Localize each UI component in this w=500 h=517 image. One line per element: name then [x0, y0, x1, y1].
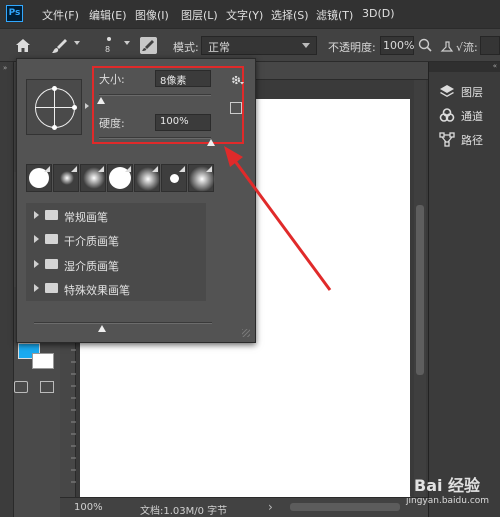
- play-arrow-icon: [85, 103, 89, 109]
- brush-preset-caret-icon[interactable]: [74, 41, 80, 45]
- flow-label: √流:: [456, 41, 478, 54]
- gear-icon[interactable]: [230, 73, 244, 87]
- opacity-slider-caret-icon[interactable]: [418, 38, 432, 52]
- toolbar-collapse-strip: »: [0, 62, 14, 517]
- chevron-right-icon: [34, 211, 39, 219]
- flow-input[interactable]: [480, 36, 500, 55]
- channels-icon: [439, 108, 455, 122]
- brush-settings-toggle-icon[interactable]: [140, 37, 157, 54]
- roundness-handle-icon[interactable]: [52, 86, 57, 91]
- brush-angle-preview[interactable]: [26, 79, 82, 135]
- brush-tip-hard-large[interactable]: [107, 164, 133, 192]
- panel-tab-paths-label: 路径: [461, 134, 483, 147]
- brush-tip-soft-xlarge[interactable]: [188, 164, 215, 192]
- brush-groups-list: 常规画笔 干介质画笔 湿介质画笔 特殊效果画笔: [26, 203, 206, 301]
- brush-group-wet-media[interactable]: 湿介质画笔: [26, 254, 206, 276]
- brush-tip-soft-small[interactable]: [53, 164, 79, 192]
- menu-layer[interactable]: 图层(L): [181, 7, 218, 23]
- hardness-slider[interactable]: [99, 137, 211, 139]
- menu-3d[interactable]: 3D(D): [362, 7, 395, 20]
- collapse-arrows-icon[interactable]: «: [493, 62, 497, 70]
- menu-select[interactable]: 选择(S): [271, 7, 309, 23]
- pressure-opacity-icon[interactable]: [440, 39, 454, 53]
- zoom-level[interactable]: 100%: [74, 502, 103, 513]
- hardness-slider-thumb[interactable]: [207, 139, 215, 146]
- brush-group-special-effects[interactable]: 特殊效果画笔: [26, 278, 206, 300]
- panel-tab-channels-label: 通道: [461, 110, 483, 123]
- brush-tool-icon[interactable]: [50, 37, 70, 55]
- brush-group-label: 干介质画笔: [64, 235, 119, 248]
- scrollbar-thumb[interactable]: [416, 205, 424, 375]
- chevron-right-icon: [34, 284, 39, 292]
- mode-select-value: 正常: [208, 41, 230, 54]
- document-info: 文档:1.03M/0 字节: [140, 506, 228, 517]
- baidu-jingyan-watermark: Bai 经验 jingyan.baidu.com: [390, 470, 500, 517]
- brush-tip-soft-medium[interactable]: [80, 164, 106, 192]
- folder-icon: [45, 283, 58, 293]
- preview-size-slider[interactable]: [34, 322, 212, 324]
- brush-group-label: 湿介质画笔: [64, 260, 119, 273]
- panel-tab-layers-label: 图层: [461, 86, 483, 99]
- status-bar: 100% 文档:1.03M/0 字节 ›: [60, 497, 428, 517]
- options-bar: 8 模式: 正常 不透明度: 100% √流:: [0, 28, 500, 62]
- brush-tip-soft-large[interactable]: [134, 164, 160, 192]
- chevron-right-icon: [34, 260, 39, 268]
- folder-icon: [45, 259, 58, 269]
- background-color-swatch[interactable]: [32, 353, 54, 369]
- mode-label: 模式:: [173, 41, 199, 54]
- layers-icon: [440, 85, 454, 97]
- brush-roundness-circle: [35, 88, 75, 128]
- status-menu-chevron-icon[interactable]: ›: [268, 500, 273, 514]
- screen-mode-icon[interactable]: [40, 381, 54, 393]
- watermark-text: Bai 经验: [414, 476, 481, 495]
- quick-mask-icon[interactable]: [14, 381, 28, 393]
- collapse-arrows-icon[interactable]: »: [3, 64, 7, 72]
- size-slider-thumb[interactable]: [97, 97, 106, 104]
- brush-size-value: 8: [105, 45, 111, 54]
- chevron-right-icon: [34, 235, 39, 243]
- size-input[interactable]: 8像素: [155, 70, 211, 87]
- roundness-handle-icon[interactable]: [52, 125, 57, 130]
- brush-preset-picker: 大小: 8像素 硬度: 100% 常规画笔 干介质画笔 湿介质画笔 特殊效果画笔: [16, 58, 256, 343]
- menu-image[interactable]: 图像(I): [135, 7, 169, 23]
- chevron-down-icon: [302, 43, 310, 48]
- brush-tips-row: [26, 164, 248, 196]
- size-label: 大小:: [99, 73, 125, 86]
- resize-grip-icon[interactable]: [242, 329, 250, 337]
- home-icon[interactable]: [14, 37, 32, 55]
- menu-edit[interactable]: 编辑(E): [89, 7, 127, 23]
- menu-filter[interactable]: 滤镜(T): [316, 7, 353, 23]
- hardness-input[interactable]: 100%: [155, 114, 211, 131]
- vertical-scrollbar[interactable]: [414, 80, 426, 497]
- brush-size-preview-icon[interactable]: [107, 37, 111, 41]
- brush-group-label: 常规画笔: [64, 211, 108, 224]
- new-preset-icon[interactable]: [230, 102, 242, 114]
- brush-group-general[interactable]: 常规画笔: [26, 205, 206, 227]
- brush-group-dry-media[interactable]: 干介质画笔: [26, 229, 206, 251]
- menu-type[interactable]: 文字(Y): [226, 7, 263, 23]
- menu-file[interactable]: 文件(F): [42, 7, 79, 23]
- opacity-input[interactable]: 100%: [380, 36, 414, 55]
- watermark-url: jingyan.baidu.com: [406, 496, 490, 506]
- opacity-label: 不透明度:: [328, 41, 376, 54]
- folder-icon: [45, 210, 58, 220]
- photoshop-logo: Ps: [6, 5, 23, 22]
- horizontal-scrollbar[interactable]: [290, 503, 400, 511]
- crosshair-vertical: [54, 88, 55, 128]
- preview-size-slider-thumb[interactable]: [97, 325, 106, 332]
- brush-tip-hard-small[interactable]: [161, 164, 187, 192]
- brush-tip-hard-round[interactable]: [26, 164, 52, 192]
- dock-header: «: [429, 62, 500, 72]
- menu-bar: Ps 文件(F) 编辑(E) 图像(I) 图层(L) 文字(Y) 选择(S) 滤…: [0, 0, 500, 28]
- crosshair-horizontal: [35, 107, 75, 108]
- folder-icon: [45, 234, 58, 244]
- size-slider[interactable]: [99, 94, 211, 96]
- mode-select[interactable]: 正常: [201, 36, 317, 55]
- brush-picker-caret-icon[interactable]: [124, 41, 130, 45]
- angle-handle-icon[interactable]: [72, 105, 77, 110]
- right-panel-dock: « 图层 通道 路径: [428, 62, 500, 517]
- brush-group-label: 特殊效果画笔: [64, 284, 130, 297]
- paths-icon: [439, 132, 455, 147]
- hardness-label: 硬度:: [99, 117, 125, 130]
